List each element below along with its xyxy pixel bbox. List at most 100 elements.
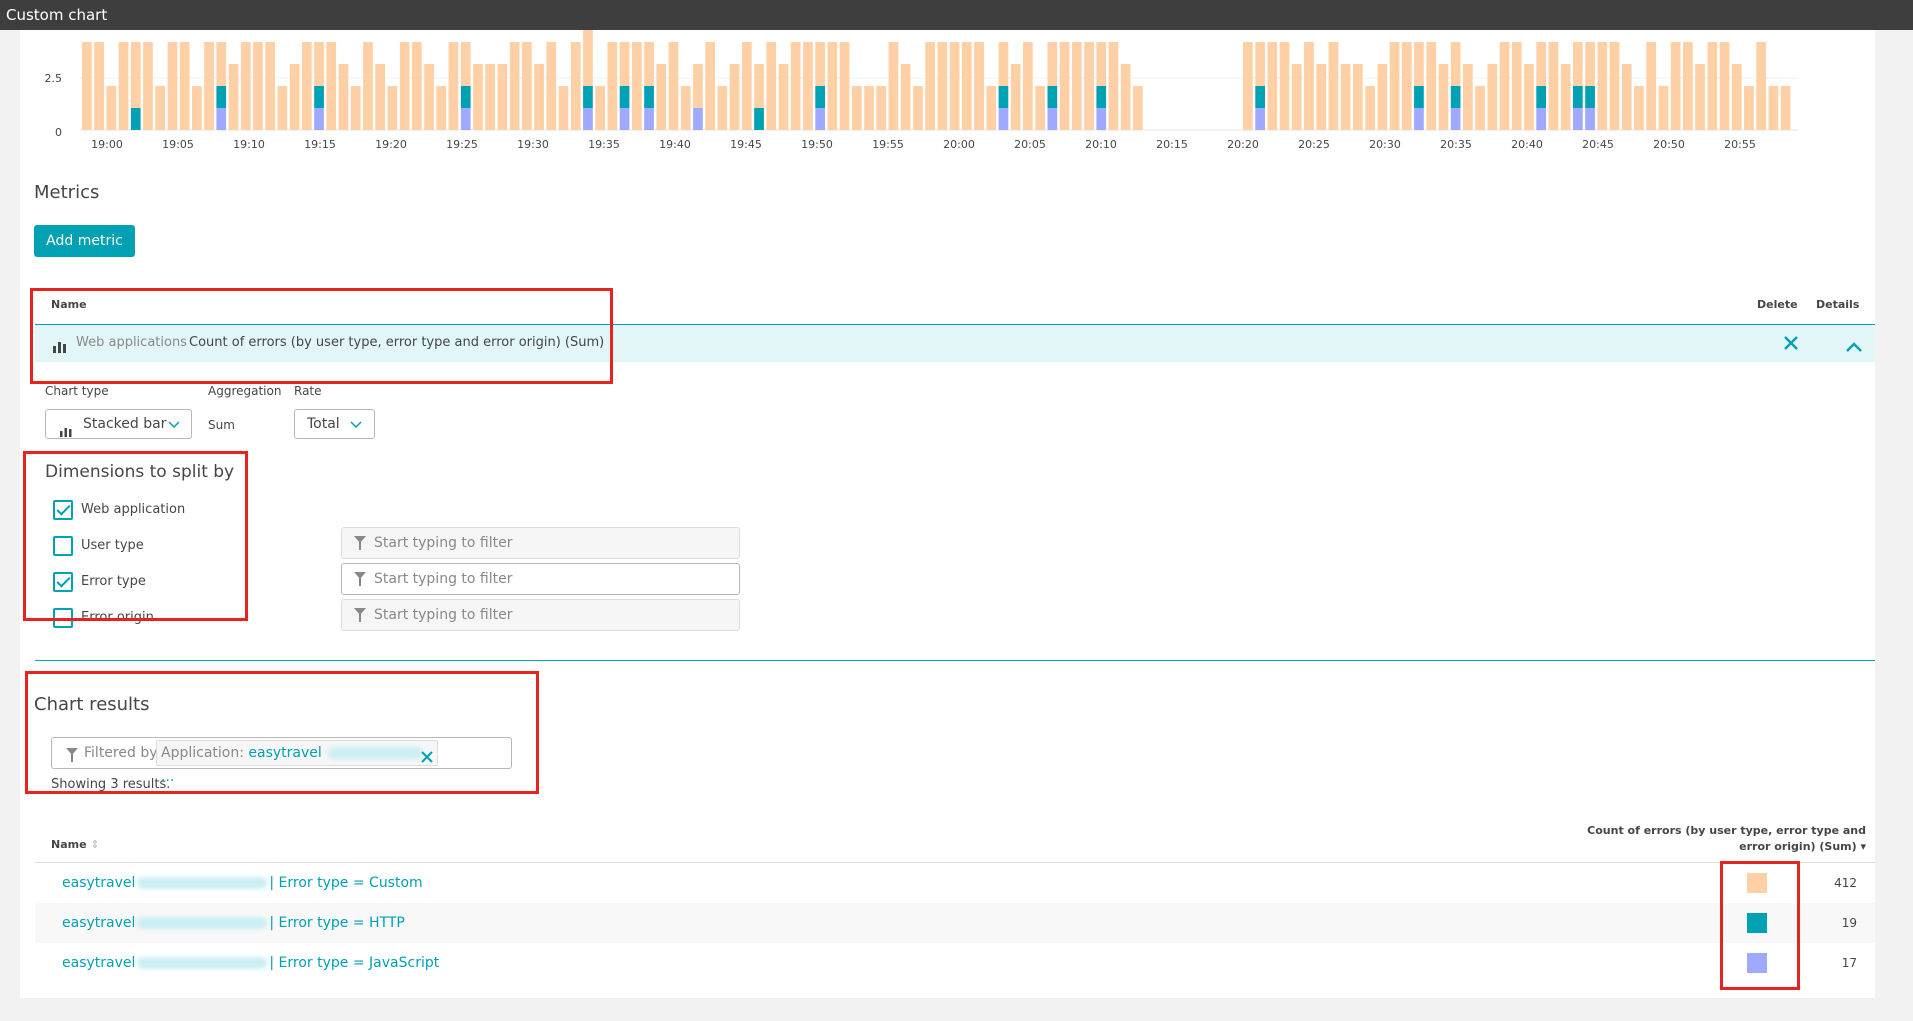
bar-segment[interactable] [1744,86,1754,130]
bar-segment[interactable] [1096,86,1107,108]
bar-segment[interactable] [338,64,349,130]
table-row[interactable]: easytravel | Error type = JavaScript 17 [35,943,1875,983]
bar-segment[interactable] [815,42,825,86]
bar-segment[interactable] [1707,42,1718,130]
bar-segment[interactable] [1780,86,1791,130]
bar-segment[interactable] [1463,64,1473,130]
bar-segment[interactable] [754,64,764,108]
bar-segment[interactable] [130,108,141,130]
bar-segment[interactable] [644,108,654,130]
bar-segment[interactable] [583,30,593,86]
bar-segment[interactable] [986,86,997,130]
bar-segment[interactable] [1536,108,1546,130]
bar-segment[interactable] [656,64,667,130]
bar-segment[interactable] [619,86,630,108]
bar-segment[interactable] [937,42,948,130]
bar-segment[interactable] [216,108,227,130]
bar-segment[interactable] [1047,42,1058,86]
bar-segment[interactable] [1377,64,1388,130]
bar-segment[interactable] [803,42,813,130]
bar-segment[interactable] [1683,42,1693,130]
bar-segment[interactable] [900,64,911,130]
bar-segment[interactable] [277,86,288,130]
bar-segment[interactable] [412,42,422,130]
bar-segment[interactable] [876,86,887,130]
bar-segment[interactable] [998,108,1009,130]
bar-segment[interactable] [1365,86,1375,130]
bar-segment[interactable] [1768,86,1779,130]
bar-segment[interactable] [265,42,275,130]
bar-segment[interactable] [1414,86,1424,108]
filter-input-error-type[interactable]: Start typing to filter [341,563,740,595]
chevron-up-icon[interactable] [1846,337,1862,356]
bar-segment[interactable] [314,86,324,108]
bar-segment[interactable] [314,108,324,130]
results-col-value[interactable]: Count of errors (by user type, error typ… [1510,823,1866,855]
bar-segment[interactable] [790,42,801,130]
bar-segment[interactable] [1560,64,1571,130]
bar-segment[interactable] [1353,64,1363,130]
bar-segment[interactable] [815,86,825,108]
table-row[interactable]: easytravel | Error type = HTTP 19 [35,903,1875,943]
bar-segment[interactable] [1279,42,1290,130]
bar-segment[interactable] [1573,108,1583,130]
bar-segment[interactable] [130,42,141,108]
delete-metric-icon[interactable] [1784,335,1798,354]
bar-segment[interactable] [1438,64,1449,130]
bar-segment[interactable] [253,42,263,130]
bar-segment[interactable] [1084,42,1094,130]
bar-segment[interactable] [460,108,471,130]
bar-segment[interactable] [1023,42,1033,130]
bar-segment[interactable] [1597,42,1608,130]
bar-segment[interactable] [1524,64,1534,130]
bar-segment[interactable] [473,64,483,130]
bar-segment[interactable] [1573,42,1583,86]
bar-segment[interactable] [864,86,874,130]
bar-segment[interactable] [705,42,715,130]
bar-segment[interactable] [436,86,447,130]
bar-segment[interactable] [693,108,703,130]
bar-segment[interactable] [387,86,398,130]
bar-segment[interactable] [680,86,691,130]
bar-segment[interactable] [1499,42,1510,130]
bar-segment[interactable] [1756,42,1766,130]
bar-segment[interactable] [827,42,838,130]
bar-segment[interactable] [1328,42,1339,130]
bar-segment[interactable] [1585,42,1595,86]
bar-segment[interactable] [1634,86,1644,130]
bar-segment[interactable] [216,86,227,108]
bar-segment[interactable] [1573,86,1583,108]
bar-segment[interactable] [302,42,312,130]
result-link[interactable]: easytravel | Error type = Custom [62,875,423,891]
bar-segment[interactable] [644,86,654,108]
bar-segment[interactable] [1536,42,1546,86]
result-link[interactable]: easytravel | Error type = JavaScript [62,955,439,971]
bar-segment[interactable] [583,86,593,108]
bar-segment[interactable] [583,108,593,130]
bar-segment[interactable] [619,108,630,130]
bar-segment[interactable] [82,42,92,130]
bar-segment[interactable] [1548,42,1559,130]
bar-segment[interactable] [1585,108,1595,130]
bar-segment[interactable] [1426,42,1437,130]
bar-segment[interactable] [852,86,862,130]
bar-segment[interactable] [1646,42,1656,130]
bar-segment[interactable] [1243,42,1253,130]
bar-segment[interactable] [1133,86,1143,130]
bar-segment[interactable] [289,64,300,130]
bar-segment[interactable] [998,86,1009,108]
bar-segment[interactable] [925,42,935,130]
bar-segment[interactable] [1255,108,1265,130]
bar-segment[interactable] [509,42,520,130]
bar-segment[interactable] [1719,42,1730,130]
bar-segment[interactable] [1658,86,1669,130]
bar-segment[interactable] [1010,64,1021,130]
bar-segment[interactable] [546,42,557,130]
bar-segment[interactable] [192,86,202,130]
bar-segment[interactable] [167,42,178,130]
bar-segment[interactable] [1511,42,1522,130]
bar-segment[interactable] [1695,64,1705,130]
bar-segment[interactable] [778,64,789,130]
bar-segment[interactable] [314,42,324,86]
bar-segment[interactable] [179,42,190,130]
